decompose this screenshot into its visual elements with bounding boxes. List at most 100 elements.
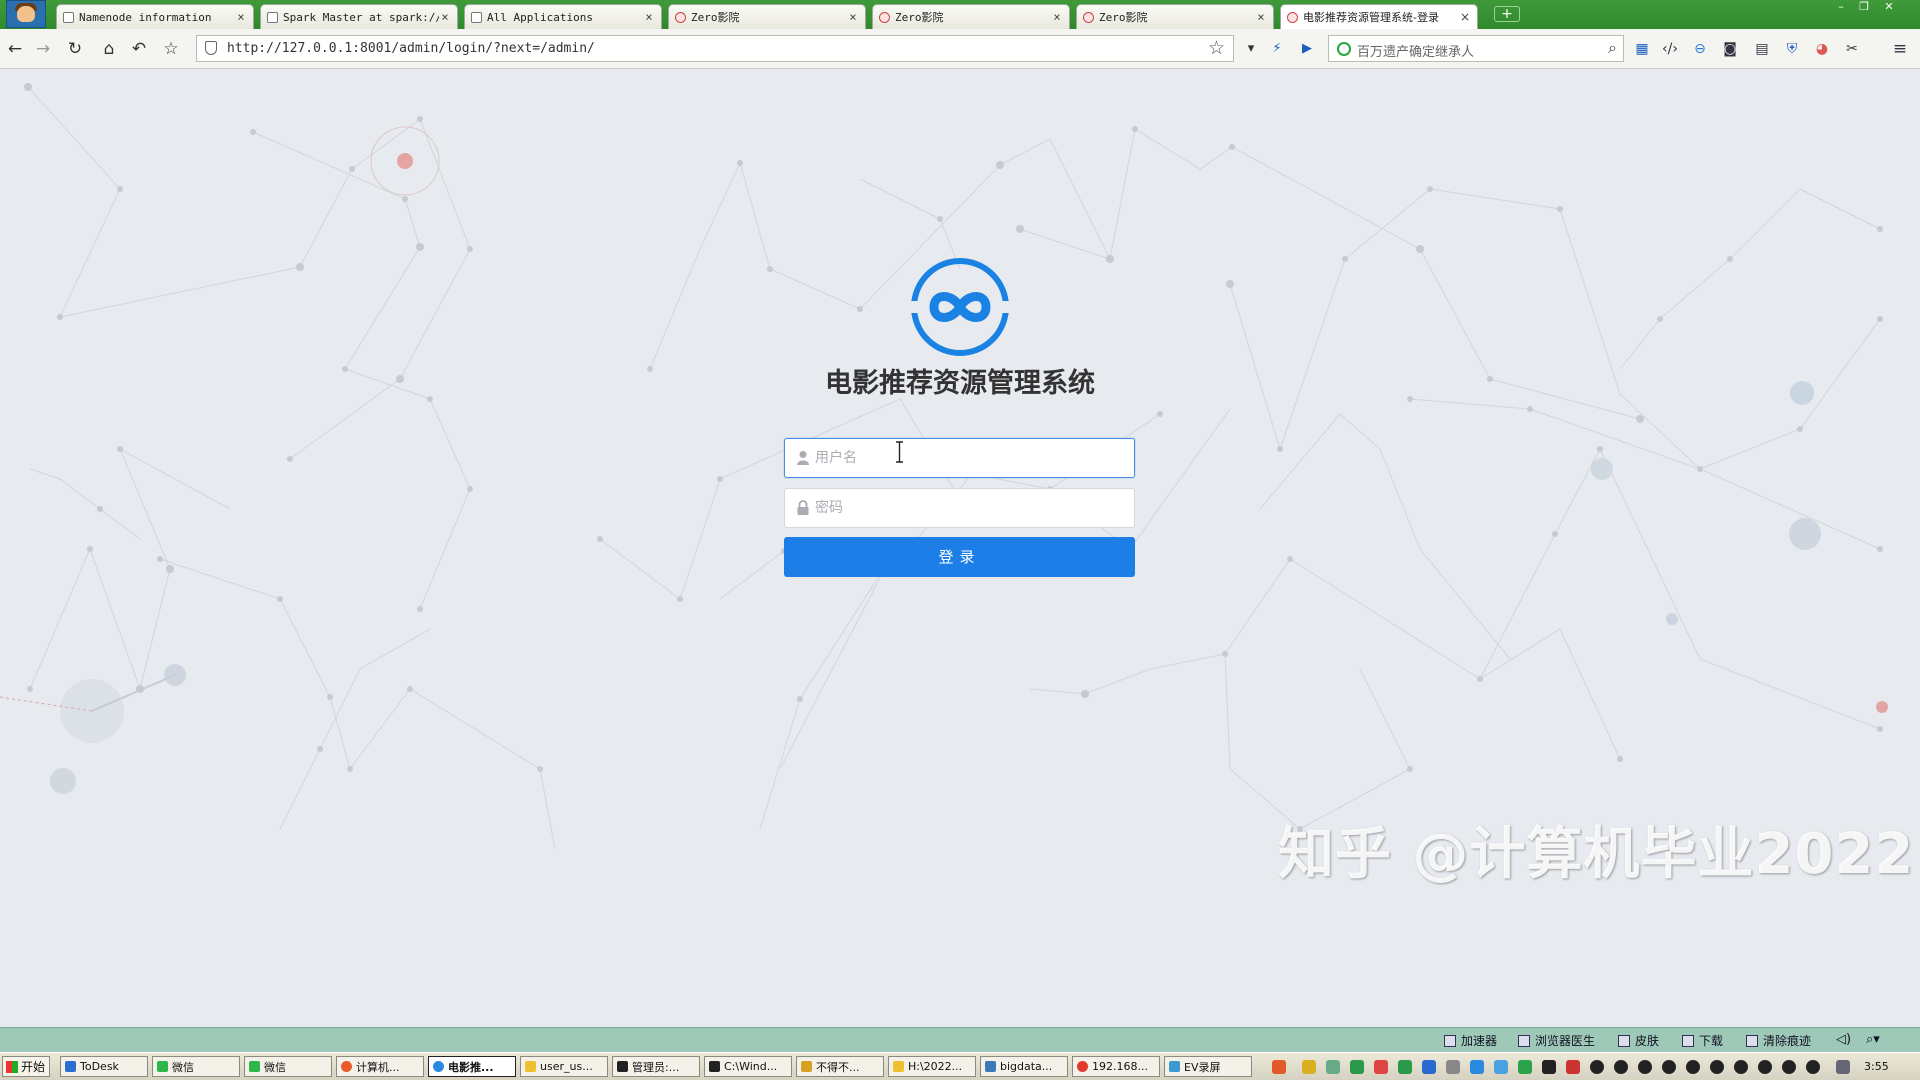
qq-icon[interactable] [1662,1060,1676,1074]
password-field[interactable] [784,488,1135,528]
start-button[interactable]: 开始 [2,1056,50,1077]
task-computer[interactable]: 计算机... [336,1056,424,1077]
adblock-icon[interactable]: ⛨ [1782,39,1802,59]
scissors-icon[interactable]: ✂ [1842,39,1862,59]
qq-icon[interactable] [1734,1060,1748,1074]
new-tab-button[interactable]: + [1494,6,1520,22]
play-icon[interactable]: ▶ [1298,39,1316,59]
tray-app-icon[interactable] [1518,1060,1532,1074]
text-cursor-icon [896,441,903,463]
notes-icon[interactable]: ▤ [1752,39,1772,59]
qq-icon[interactable] [1806,1060,1820,1074]
console-icon [709,1061,720,1072]
dev-tools-icon[interactable]: ‹/› [1660,39,1680,59]
close-icon[interactable]: × [235,10,247,24]
task-label: user_us... [540,1060,593,1073]
forward-icon[interactable]: → [32,38,54,60]
qq-icon[interactable] [1590,1060,1604,1074]
tray-app-icon[interactable] [1566,1060,1580,1074]
task-wechat-2[interactable]: 微信 [244,1056,332,1077]
wechat-tray-icon[interactable] [1350,1060,1364,1074]
search-box[interactable]: 百万遗产确定继承人 ⌕ [1328,35,1624,62]
username-input[interactable] [815,439,1125,477]
username-field[interactable] [784,438,1135,478]
task-cmd-windows[interactable]: C:\Wind... [704,1056,792,1077]
address-dropdown-icon[interactable]: ▾ [1242,39,1260,59]
window-close-icon[interactable]: ✕ [1880,0,1898,14]
lock-icon [797,500,809,515]
statusbar-browser-doctor[interactable]: 浏览器医生 [1518,1032,1595,1049]
qq-icon[interactable] [1782,1060,1796,1074]
tray-app-icon[interactable] [1470,1060,1484,1074]
search-icon[interactable]: ⌕ [1608,38,1617,58]
close-icon[interactable]: × [439,10,451,24]
qq-icon[interactable] [1614,1060,1628,1074]
zoom-icon[interactable]: ⌕▾ [1866,1032,1880,1047]
close-icon[interactable]: × [1051,10,1063,24]
tab-all-applications[interactable]: All Applications × [464,4,662,29]
bookmark-star-icon[interactable]: ☆ [1208,37,1225,59]
tab-zero-cinema-2[interactable]: Zero影院 × [872,4,1070,29]
wechat-tray-icon[interactable] [1398,1060,1412,1074]
tab-movie-login[interactable]: 电影推荐资源管理系统-登录 × [1280,4,1478,29]
tray-app-icon[interactable] [1374,1060,1388,1074]
qq-icon[interactable] [1710,1060,1724,1074]
task-budebu[interactable]: 不得不... [796,1056,884,1077]
qq-icon[interactable] [1638,1060,1652,1074]
zoom-out-icon[interactable]: ⊖ [1690,39,1710,59]
task-movie[interactable]: 电影推... [428,1056,516,1077]
minimize-icon[interactable]: – [1832,0,1850,14]
task-h-drive[interactable]: H:\2022... [888,1056,976,1077]
task-wechat-1[interactable]: 微信 [152,1056,240,1077]
menu-icon[interactable]: ≡ [1890,39,1910,59]
shield-icon[interactable] [1422,1060,1436,1074]
task-user-us[interactable]: user_us... [520,1056,608,1077]
user-avatar[interactable] [6,0,46,28]
login-button[interactable]: 登录 [784,537,1135,577]
statusbar-download[interactable]: 下载 [1682,1032,1723,1049]
task-todesk[interactable]: ToDesk [60,1056,148,1077]
task-ip-192[interactable]: 192.168... [1072,1056,1160,1077]
tab-namenode[interactable]: Namenode information × [56,4,254,29]
close-icon[interactable]: × [643,10,655,24]
close-icon[interactable]: × [1255,10,1267,24]
search-input[interactable]: 百万遗产确定继承人 [1357,41,1474,60]
statusbar-skin[interactable]: 皮肤 [1618,1032,1659,1049]
back-icon[interactable]: ← [4,38,26,60]
extension-cat-icon[interactable]: ◕ [1812,39,1832,59]
speed-mode-icon[interactable]: ⚡ [1268,39,1286,59]
tray-app-icon[interactable] [1494,1060,1508,1074]
qq-icon[interactable] [1686,1060,1700,1074]
close-icon[interactable]: × [847,10,859,24]
qq-icon[interactable] [1758,1060,1772,1074]
taskbar-clock[interactable]: 3:55 [1864,1060,1889,1073]
sogou-icon[interactable] [1272,1060,1286,1074]
undo-icon[interactable]: ↶ [128,38,150,60]
password-input[interactable] [815,489,1125,527]
volume-icon[interactable]: ◁) [1836,1032,1851,1047]
apps-grid-icon[interactable]: ▦ [1632,39,1652,59]
skin-icon [1618,1034,1630,1047]
favorites-icon[interactable]: ☆ [160,38,182,60]
reload-icon[interactable]: ↻ [64,38,86,60]
tab-zero-cinema-3[interactable]: Zero影院 × [1076,4,1274,29]
network-icon[interactable] [1836,1060,1850,1074]
browser-toolbar: ← → ↻ ⌂ ↶ ☆ http://127.0.0.1:8001/admin/… [0,29,1920,69]
tray-app-icon[interactable] [1302,1060,1316,1074]
task-admin-cmd[interactable]: 管理员:... [612,1056,700,1077]
address-url[interactable]: http://127.0.0.1:8001/admin/login/?next=… [227,41,595,56]
close-icon[interactable]: × [1459,10,1471,24]
task-ev-recorder[interactable]: EV录屏 [1164,1056,1252,1077]
tab-spark-master[interactable]: Spark Master at spark:// × [260,4,458,29]
address-bar[interactable]: http://127.0.0.1:8001/admin/login/?next=… [196,35,1234,62]
statusbar-accelerator[interactable]: 加速器 [1444,1032,1497,1049]
tray-app-icon[interactable] [1326,1060,1340,1074]
tray-app-icon[interactable] [1542,1060,1556,1074]
restore-icon[interactable]: ❐ [1855,0,1873,14]
task-bigdata[interactable]: bigdata... [980,1056,1068,1077]
home-icon[interactable]: ⌂ [98,38,120,60]
tab-zero-cinema-1[interactable]: Zero影院 × [668,4,866,29]
tray-app-icon[interactable] [1446,1060,1460,1074]
screenshot-icon[interactable]: ◙ [1720,39,1740,59]
statusbar-clear-traces[interactable]: 清除痕迹 [1746,1032,1811,1049]
